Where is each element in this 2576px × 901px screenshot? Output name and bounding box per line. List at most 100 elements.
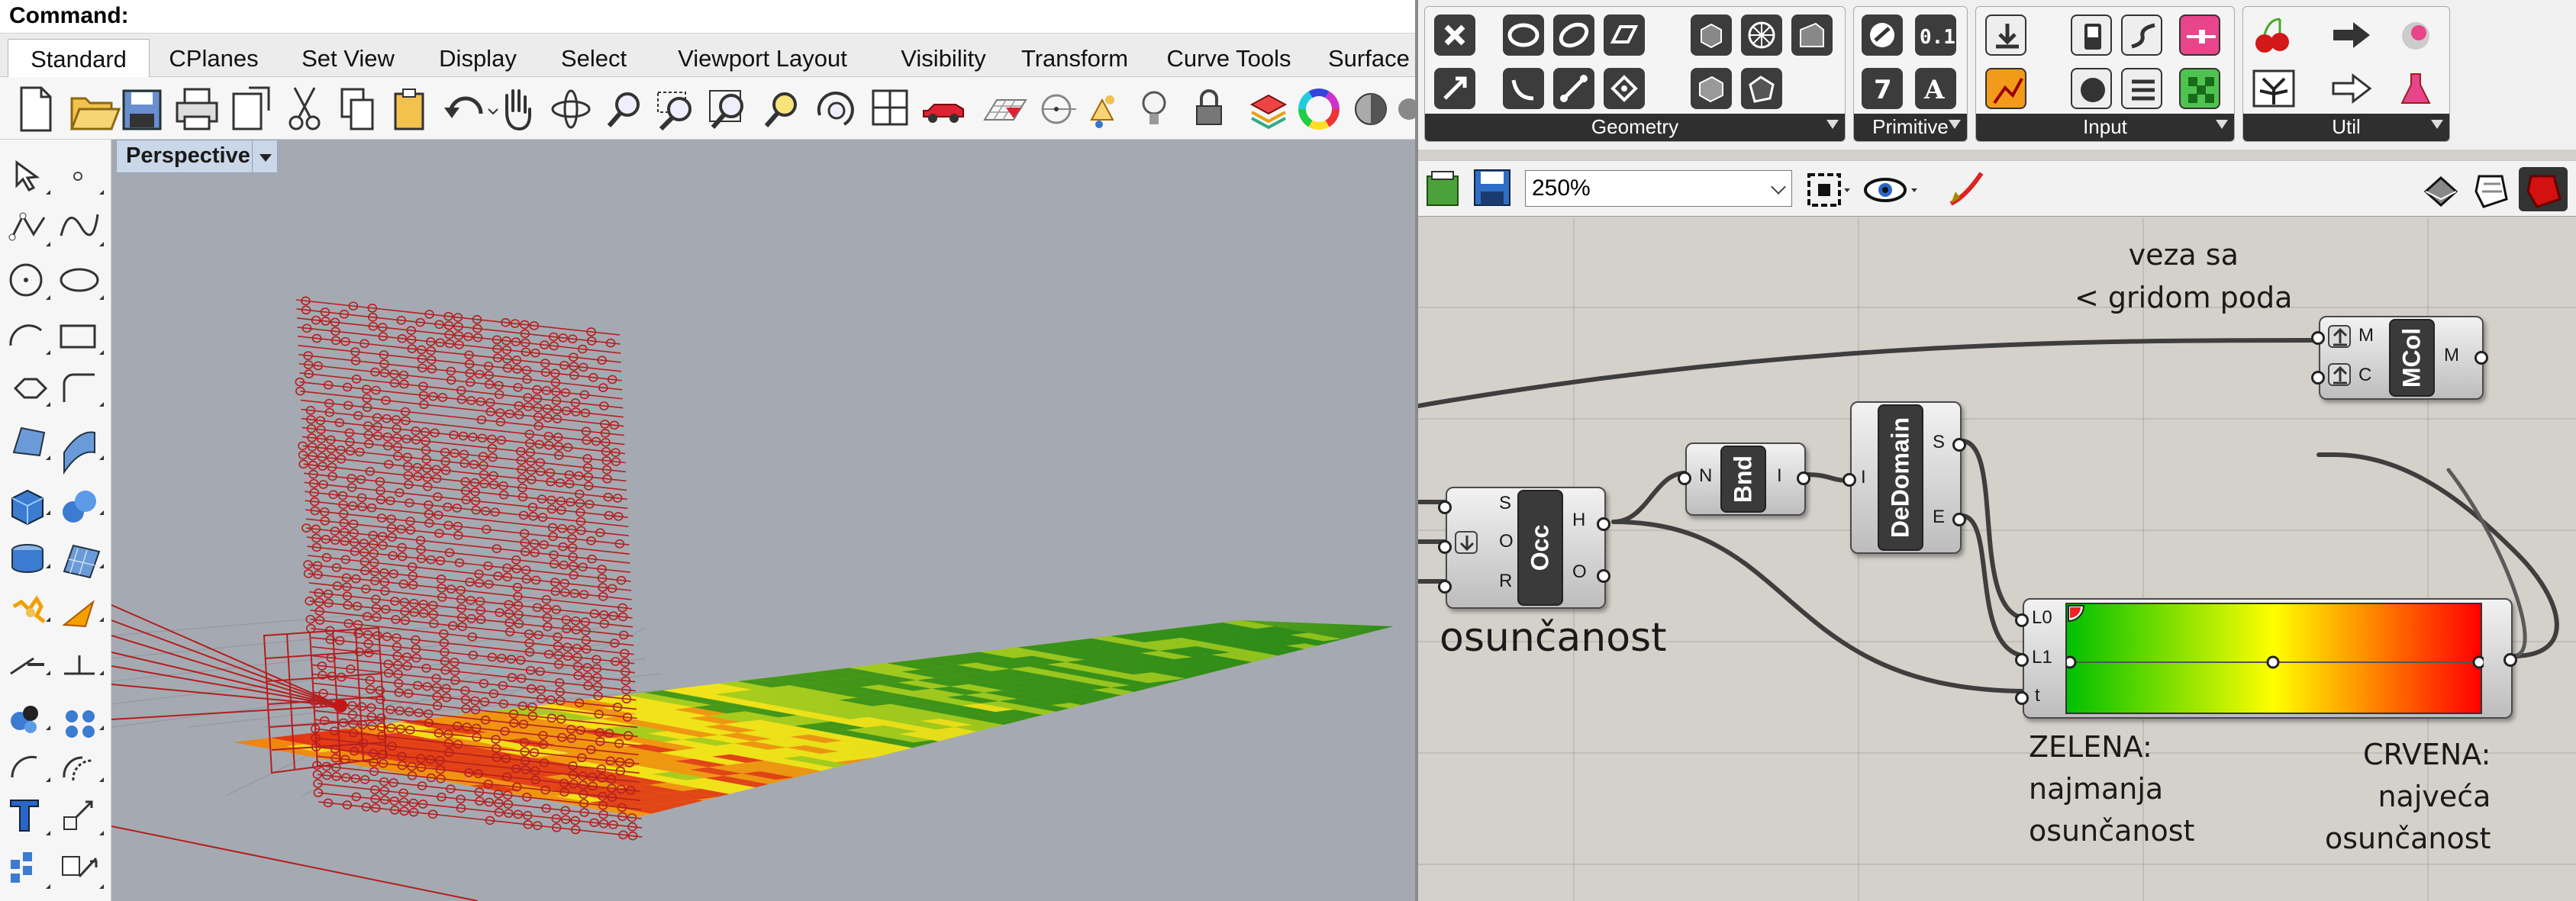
trim-icon[interactable] bbox=[64, 655, 95, 675]
join-icon[interactable] bbox=[11, 755, 37, 778]
new-icon[interactable] bbox=[20, 86, 52, 132]
scale-icon[interactable] bbox=[63, 800, 93, 830]
upload-arrow-icon[interactable] bbox=[2328, 325, 2351, 348]
primitive-boolean-icon[interactable] bbox=[1862, 14, 1903, 56]
input-r[interactable]: R bbox=[1499, 571, 1512, 592]
tab-visibility[interactable]: Visibility bbox=[882, 39, 1004, 77]
input-gradient-icon[interactable] bbox=[1985, 68, 2026, 109]
panel-primitive-label[interactable]: Primitive bbox=[1854, 114, 1967, 141]
perspective-viewport[interactable]: Perspective bbox=[111, 140, 1415, 901]
zoom-extents-icon[interactable] bbox=[709, 90, 743, 129]
util-galapagos-icon[interactable] bbox=[2251, 68, 2297, 109]
color-wheel-icon[interactable] bbox=[1298, 88, 1340, 130]
surface-corner-icon[interactable] bbox=[12, 426, 46, 457]
undo-icon[interactable] bbox=[444, 96, 498, 118]
dimension-icon[interactable] bbox=[11, 852, 32, 883]
surface-extrude-icon[interactable] bbox=[63, 431, 95, 475]
zoom-extents-icon[interactable] bbox=[1804, 170, 1850, 210]
geometry-surface-icon[interactable] bbox=[1691, 68, 1732, 109]
group-icon[interactable] bbox=[11, 706, 38, 733]
lock-icon[interactable] bbox=[1196, 89, 1222, 125]
deconstruct-domain-component[interactable]: DeDomain I S E bbox=[1843, 401, 1966, 554]
offset-icon[interactable] bbox=[63, 756, 92, 781]
tab-display[interactable]: Display bbox=[430, 39, 525, 77]
layers-icon[interactable] bbox=[1249, 94, 1288, 130]
tab-curve-tools[interactable]: Curve Tools bbox=[1160, 39, 1298, 77]
preview-wireframe-icon[interactable] bbox=[2418, 169, 2464, 210]
viewport-title[interactable]: Perspective bbox=[116, 140, 262, 173]
tab-set-view[interactable]: Set View bbox=[287, 39, 409, 77]
array-icon[interactable] bbox=[66, 710, 95, 738]
command-line[interactable]: Command: bbox=[0, 0, 1415, 34]
output-o[interactable]: O bbox=[1572, 562, 1587, 583]
zoom-selected-icon[interactable] bbox=[764, 92, 797, 127]
panel-input-label[interactable]: Input bbox=[1976, 114, 2234, 141]
util-flask-icon[interactable] bbox=[2393, 68, 2439, 109]
text-icon[interactable] bbox=[10, 800, 39, 832]
input-slider-icon[interactable] bbox=[2179, 14, 2220, 56]
output-s[interactable]: S bbox=[1933, 432, 1945, 453]
gh-canvas[interactable]: veza sa < gridom poda osunčanost ZELENA:… bbox=[1418, 218, 2576, 901]
sketch-pen-icon[interactable] bbox=[1945, 169, 1991, 210]
geometry-circle-icon[interactable] bbox=[1503, 14, 1544, 56]
rotate-view-icon[interactable] bbox=[551, 89, 591, 129]
gradient-component[interactable]: L0 L1 t bbox=[2015, 598, 2517, 719]
rectangle-icon[interactable] bbox=[60, 324, 96, 349]
curve-icon[interactable] bbox=[60, 214, 99, 237]
geometry-curve-icon[interactable] bbox=[1503, 68, 1544, 109]
fillet-icon[interactable] bbox=[63, 373, 95, 402]
input-c[interactable]: C bbox=[2358, 365, 2371, 386]
panel-geometry-label[interactable]: Geometry bbox=[1425, 114, 1845, 141]
save-file-icon[interactable] bbox=[1473, 169, 1513, 208]
geometry-plane-icon[interactable] bbox=[1604, 14, 1645, 56]
util-data-input-icon[interactable] bbox=[2329, 68, 2374, 109]
cylinder-icon[interactable] bbox=[11, 544, 44, 573]
gradient-handle-end[interactable] bbox=[2472, 655, 2484, 669]
tab-standard[interactable]: Standard bbox=[8, 39, 150, 77]
geometry-mesh-icon[interactable] bbox=[1741, 14, 1782, 56]
paste-icon[interactable] bbox=[394, 88, 424, 130]
gradient-handle-start[interactable] bbox=[2067, 655, 2077, 669]
preview-eye-icon[interactable] bbox=[1862, 172, 1923, 208]
print-icon[interactable] bbox=[176, 88, 218, 130]
tab-surface[interactable]: Surface bbox=[1328, 39, 1415, 77]
input-m[interactable]: M bbox=[2358, 325, 2374, 346]
copy-icon[interactable] bbox=[340, 88, 374, 130]
import-icon[interactable] bbox=[232, 86, 270, 130]
panel-util-label[interactable]: Util bbox=[2243, 114, 2449, 141]
select-arrow-icon[interactable] bbox=[15, 160, 40, 191]
toolbar-overflow-icon[interactable] bbox=[1398, 98, 1415, 120]
output-i[interactable]: I bbox=[1777, 465, 1782, 487]
input-l0[interactable]: L0 bbox=[2032, 607, 2052, 629]
extend-icon[interactable] bbox=[10, 657, 44, 675]
input-toggle-icon[interactable] bbox=[2071, 14, 2112, 56]
geometry-vector-icon[interactable] bbox=[1434, 68, 1475, 109]
tab-cplanes[interactable]: CPlanes bbox=[160, 39, 267, 77]
input-i[interactable]: I bbox=[1861, 467, 1866, 488]
arc-icon[interactable] bbox=[9, 324, 43, 346]
zoom-icon[interactable] bbox=[607, 92, 640, 127]
boolean-union-icon[interactable] bbox=[63, 491, 96, 523]
save-icon[interactable] bbox=[122, 89, 162, 130]
primitive-integer-icon[interactable]: 7 bbox=[1862, 68, 1903, 109]
explode-icon[interactable] bbox=[12, 595, 46, 623]
output-m[interactable]: M bbox=[2444, 345, 2459, 366]
preview-shaded-icon[interactable] bbox=[2468, 169, 2514, 210]
input-colour-swatch-icon[interactable] bbox=[2179, 68, 2220, 109]
geometry-arc-icon[interactable] bbox=[1553, 14, 1594, 56]
four-viewports-icon[interactable] bbox=[872, 89, 908, 126]
polyline-icon[interactable] bbox=[8, 212, 46, 241]
input-s[interactable]: S bbox=[1499, 493, 1511, 514]
open-icon[interactable] bbox=[69, 97, 121, 130]
tab-select[interactable]: Select bbox=[550, 39, 638, 77]
pan-icon[interactable] bbox=[505, 89, 531, 131]
primitive-text-icon[interactable]: A bbox=[1915, 68, 1956, 109]
open-file-icon[interactable] bbox=[1424, 169, 1462, 208]
geometry-line-icon[interactable] bbox=[1553, 68, 1594, 109]
grid-icon[interactable] bbox=[983, 99, 1027, 121]
input-value-list-icon[interactable] bbox=[2121, 68, 2162, 109]
box-icon[interactable] bbox=[11, 489, 44, 526]
primitive-number-icon[interactable]: 0.1 bbox=[1915, 14, 1956, 56]
output-e[interactable]: E bbox=[1933, 507, 1945, 528]
gradient-handle-mid[interactable] bbox=[2266, 655, 2280, 669]
